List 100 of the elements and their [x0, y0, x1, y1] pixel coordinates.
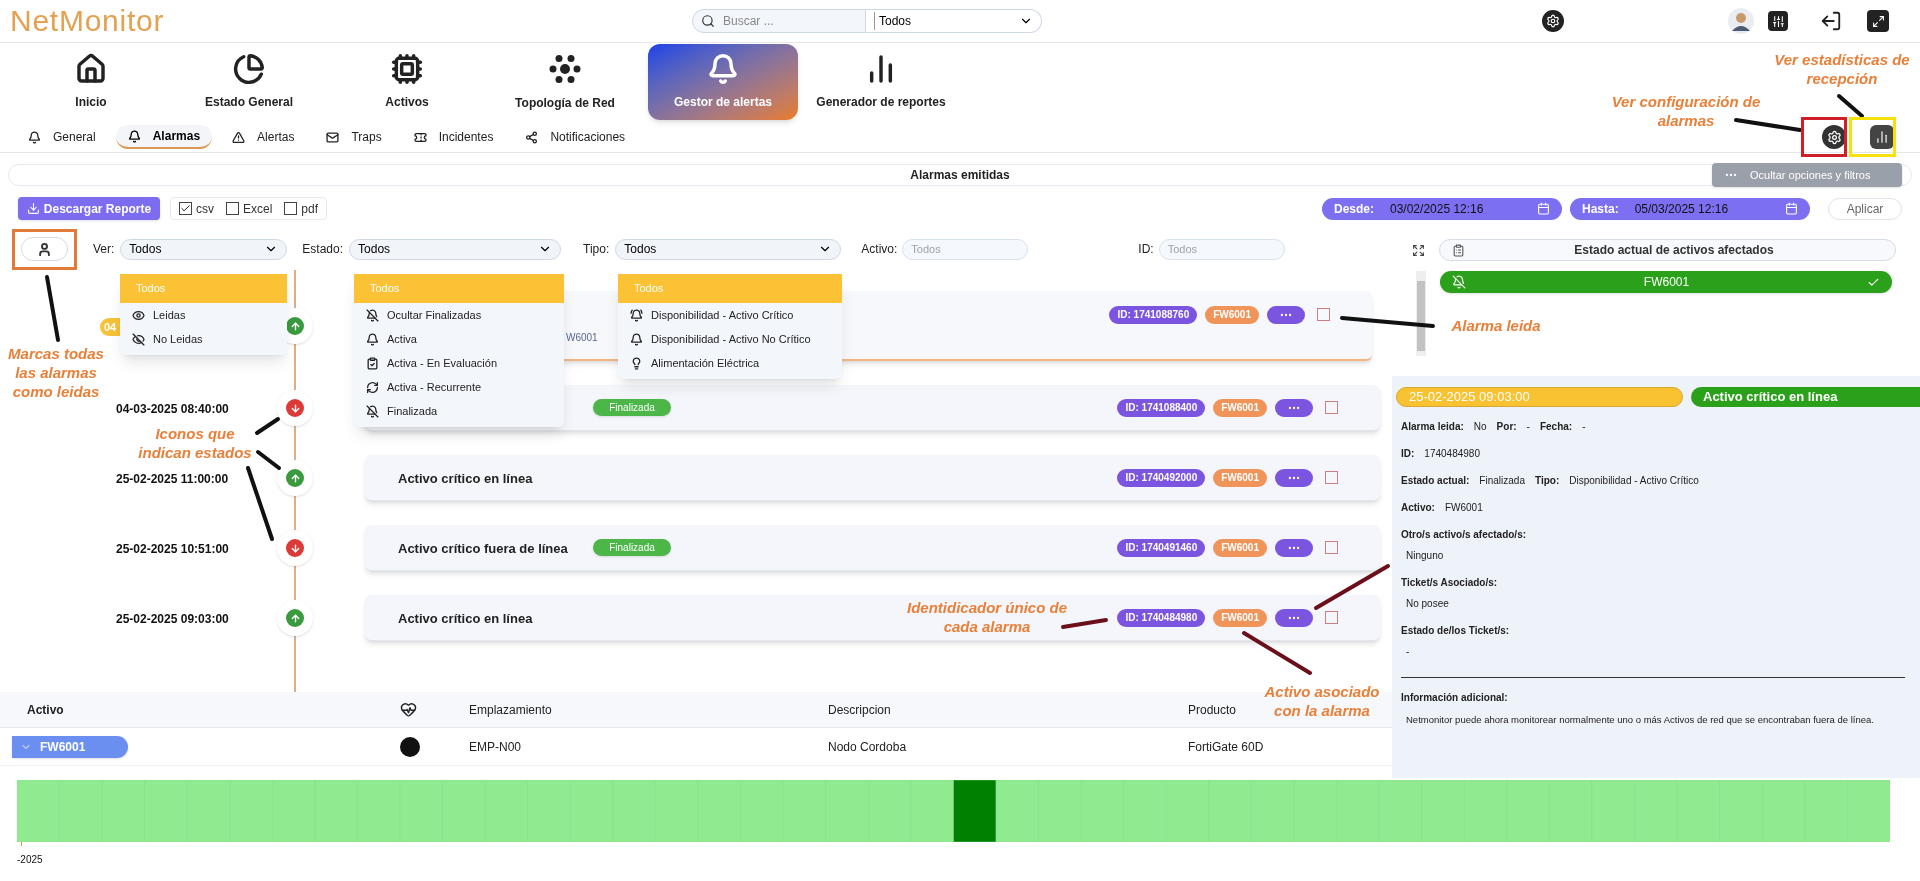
menu-item[interactable]: Leidas — [120, 303, 287, 327]
bell-icon — [366, 332, 379, 346]
user-avatar[interactable] — [1728, 8, 1754, 34]
heatmap-cell — [527, 780, 571, 842]
filter-select[interactable]: Todos — [349, 238, 562, 260]
equalizer-button[interactable] — [1768, 11, 1788, 31]
expand-icon — [1871, 14, 1885, 28]
more-button[interactable] — [1275, 398, 1313, 417]
alarm-card[interactable]: Activo crítico fuera de línea Finalizada ID: 1740491460 FW6001 — [365, 525, 1380, 571]
status-badge: Finalizada — [593, 399, 671, 416]
clipboard-check-icon — [366, 356, 379, 370]
filter-select[interactable]: Todos — [615, 238, 842, 260]
field-value: - — [1526, 420, 1530, 434]
heatmap-cell — [272, 780, 316, 842]
alarm-card[interactable]: Activo crítico en línea ID: 1740492000 FW6001 — [365, 455, 1380, 501]
heatmap-cell — [101, 780, 145, 842]
axis-label: -2025 — [17, 854, 43, 865]
filter-select[interactable]: Todos — [120, 238, 288, 260]
tab[interactable]: Notificaciones — [513, 125, 638, 149]
nav-tile[interactable]: Activos — [332, 44, 482, 120]
filter-input[interactable]: Todos — [1158, 238, 1285, 260]
checkbox[interactable] — [179, 202, 192, 215]
alarm-id-badge: ID: 1740492000 — [1117, 468, 1206, 487]
logout-icon[interactable] — [1820, 10, 1842, 32]
nav-tile[interactable]: Inicio — [16, 44, 166, 120]
field-value: - — [1405, 645, 1411, 659]
bell-off-icon — [366, 404, 379, 418]
tab[interactable]: Incidentes — [401, 125, 506, 149]
checkbox-label: csv — [196, 200, 214, 218]
network-icon — [548, 52, 582, 86]
warning-icon — [232, 130, 246, 144]
more-button[interactable] — [1275, 538, 1313, 557]
heatmap-cell — [612, 780, 656, 842]
column-header: Activo — [27, 702, 64, 717]
search-field[interactable]: Buscar ... — [692, 9, 866, 33]
window-button[interactable] — [1867, 10, 1889, 32]
tab[interactable]: Alarmas — [115, 125, 213, 149]
heatmap-cell — [1634, 780, 1678, 842]
checkbox[interactable] — [226, 202, 239, 215]
heatmap-cell — [314, 780, 358, 842]
timestamp: 25-02-2025 09:03:00 — [116, 612, 229, 626]
tab[interactable]: Traps — [314, 125, 394, 149]
tab[interactable]: Alertas — [220, 125, 307, 149]
statistics-button[interactable] — [1870, 125, 1894, 149]
column-header: Emplazamiento — [469, 702, 552, 717]
leader-line — [45, 275, 60, 342]
filter-input[interactable]: Todos — [902, 238, 1029, 260]
filter-label: Tipo: — [583, 241, 610, 258]
nav-tile[interactable]: Estado General — [174, 44, 324, 120]
tab[interactable]: General — [16, 125, 108, 149]
bell-icon — [28, 130, 41, 144]
menu-item[interactable]: Disponibilidad - Activo No Crítico — [618, 327, 842, 351]
more-button[interactable] — [1267, 305, 1305, 324]
heatmap-cell — [953, 780, 997, 842]
menu-item[interactable]: Disponibilidad - Activo Crítico — [618, 303, 842, 327]
asset-badge: FW6001 — [1213, 538, 1267, 557]
mark-all-read-button[interactable] — [21, 237, 68, 261]
asset-badge: FW6001 — [1213, 608, 1267, 627]
settings-button[interactable] — [1542, 10, 1564, 32]
checkbox-label: Excel — [243, 200, 273, 218]
heatmap-cell — [740, 780, 784, 842]
read-checkbox[interactable] — [1325, 401, 1338, 414]
alarm-title: Activo crítico en línea — [398, 610, 533, 626]
alarm-id-badge: ID: 1741088760 — [1109, 305, 1198, 324]
read-checkbox[interactable] — [1325, 541, 1338, 554]
read-checkbox[interactable] — [1317, 308, 1330, 321]
heatmap-cell — [1847, 780, 1890, 842]
leader-line — [255, 417, 280, 435]
timestamp: 04-03-2025 08:40:00 — [116, 402, 229, 416]
more-button[interactable] — [1275, 608, 1313, 627]
heatmap-cell — [1293, 780, 1337, 842]
field-label: Ticket/s Asociado/s: — [1401, 576, 1499, 590]
settings-button[interactable] — [1822, 125, 1846, 149]
read-checkbox[interactable] — [1325, 471, 1338, 484]
heatmap-cell — [570, 780, 614, 842]
calendar-icon — [1785, 202, 1798, 215]
expand-icon[interactable] — [1412, 243, 1425, 257]
heatmap-cell — [144, 780, 188, 842]
nav-tile[interactable]: Topología de Red — [490, 44, 640, 120]
heatmap-cell — [187, 780, 231, 842]
nav-tile[interactable]: Generador de reportes — [806, 44, 956, 120]
date-to-field[interactable]: Hasta: 05/03/2025 12:16 — [1570, 197, 1810, 220]
date-from-field[interactable]: Desde: 03/02/2025 12:16 — [1322, 197, 1562, 220]
field-label: Tipo: — [1534, 474, 1560, 488]
table-cell-text: Nodo Cordoba — [827, 738, 908, 756]
checkbox[interactable] — [284, 202, 298, 215]
menu-item[interactable]: No Leidas — [120, 327, 287, 351]
heatmap-cell — [1080, 780, 1124, 842]
nav-tile[interactable]: Gestor de alertas — [648, 44, 798, 120]
read-checkbox[interactable] — [1325, 611, 1338, 624]
more-button[interactable] — [1275, 468, 1313, 487]
heatmap-cell — [868, 780, 912, 842]
annotation: Ver estadísticas de recepción — [1773, 50, 1911, 88]
ticket-icon — [413, 130, 427, 144]
field-value: No — [1473, 420, 1487, 434]
scope-select[interactable]: Todos — [866, 9, 1042, 33]
field-label: ID: — [1401, 447, 1415, 461]
download-report-button[interactable]: Descargar Reporte — [18, 197, 160, 220]
search-input[interactable]: Buscar ... — [723, 12, 853, 30]
leader-line — [1734, 118, 1802, 132]
